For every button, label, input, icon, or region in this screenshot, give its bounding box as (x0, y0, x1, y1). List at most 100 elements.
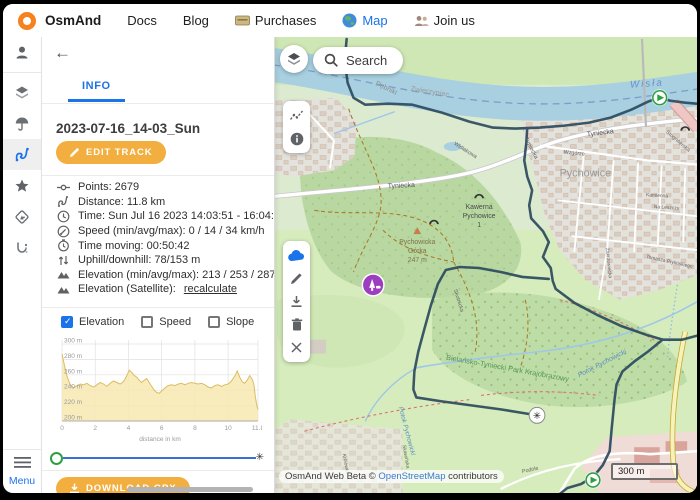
pencil-icon (69, 147, 80, 158)
delete-track-button[interactable] (284, 313, 309, 336)
panel-tabbar: INFO (42, 69, 274, 104)
map-search[interactable]: Search (313, 47, 403, 74)
elevation-chart-container[interactable]: 024681011.8200 m220 m240 m260 m280 m300 … (56, 335, 262, 452)
sidebar-menu[interactable]: Menu (3, 449, 41, 493)
horizontal-scrollbar[interactable] (127, 487, 253, 492)
download-icon (290, 295, 303, 308)
layers-icon (286, 51, 302, 67)
map-label-gorka-3: 247 m (408, 257, 427, 264)
map-scale: 300 m (611, 463, 678, 480)
map-label-kawerna-2: Pychowice (463, 213, 496, 220)
map-canvas[interactable]: ✳ Wisła Dębniki Zwierzyniec Tyniecka Tyn… (275, 37, 697, 493)
brand-name: OsmAnd (45, 13, 101, 28)
speed-checkbox[interactable] (141, 316, 153, 328)
slider-track[interactable] (63, 457, 256, 459)
map-label-kamienna: Kamienna (646, 192, 669, 199)
pencil-icon (290, 272, 303, 285)
star-icon (14, 178, 30, 194)
map-layers-button[interactable] (280, 45, 308, 73)
elevation-satellite-icon (57, 283, 70, 296)
menu-label: Menu (3, 475, 41, 487)
slider-end-handle[interactable]: ✳ (256, 453, 264, 463)
map-label-wisla: Wisła (630, 77, 664, 90)
cloud-button[interactable] (284, 244, 309, 267)
top-navbar: OsmAnd Docs Blog Purchases Map Join us (3, 4, 697, 37)
map-attribution: OsmAnd Web Beta © OpenStreetMap contribu… (279, 470, 504, 483)
track-title: 2023-07-16_14-03_Sun (56, 121, 200, 136)
poi-marker-park[interactable] (362, 274, 384, 296)
toggle-slope[interactable]: Slope (208, 316, 254, 328)
info-button[interactable] (284, 127, 309, 150)
osmand-logo-icon (18, 12, 36, 30)
svg-text:300 m: 300 m (64, 338, 82, 345)
sidebar-item-account[interactable] (3, 37, 41, 68)
download-track-button[interactable] (284, 290, 309, 313)
time-moving-icon (57, 239, 70, 252)
brand[interactable]: OsmAnd (18, 12, 101, 30)
sidebar-item-configure-map[interactable] (3, 77, 41, 108)
nav-docs[interactable]: Docs (127, 13, 157, 28)
account-icon (14, 45, 30, 61)
map-label-kawerna-3: 1 (477, 222, 481, 229)
svg-text:4: 4 (127, 425, 131, 432)
tab-info[interactable]: INFO (68, 69, 125, 102)
map-label-kawerna-1: Kawerna (466, 204, 493, 211)
track-start-marker-2[interactable] (585, 472, 602, 489)
svg-text:0: 0 (60, 425, 64, 432)
svg-text:6: 6 (160, 425, 164, 432)
toggle-elevation[interactable]: Elevation (61, 316, 124, 328)
map-label-pychowice: Pychowice (560, 167, 612, 179)
segment-end-marker[interactable]: ✳ (529, 407, 545, 423)
sidebar-item-favorites[interactable] (3, 170, 41, 201)
stat-time-moving: Time moving: 00:50:42 (57, 238, 268, 253)
route-graph-button[interactable] (284, 104, 309, 127)
elevation-checkbox[interactable] (61, 316, 73, 328)
divider (42, 175, 274, 176)
sidebar-item-weather[interactable] (3, 108, 41, 139)
slope-checkbox[interactable] (208, 316, 220, 328)
back-button[interactable]: ← (54, 43, 71, 63)
track-info-panel: ← INFO 2023-07-16_14-03_Sun EDIT TRACK P… (42, 37, 275, 493)
sidebar-item-plan-route[interactable] (3, 232, 41, 263)
nav-blog[interactable]: Blog (183, 13, 209, 28)
track-start-marker[interactable] (651, 89, 668, 106)
edit-pencil-button[interactable] (284, 267, 309, 290)
nav-purchases[interactable]: Purchases (235, 13, 316, 28)
download-icon (69, 483, 80, 493)
info-icon (290, 132, 304, 146)
svg-text:280 m: 280 m (64, 353, 82, 360)
svg-text:10: 10 (224, 425, 232, 432)
sidebar-item-tracks[interactable] (3, 139, 41, 170)
svg-text:11.8: 11.8 (252, 425, 262, 432)
nav-join-us[interactable]: Join us (414, 13, 475, 28)
openstreetmap-link[interactable]: OpenStreetMap (378, 471, 445, 482)
search-icon (324, 53, 339, 68)
svg-text:2: 2 (93, 425, 97, 432)
stat-elevation-satellite: Elevation (Satellite): recalculate (57, 282, 268, 297)
trash-icon (291, 318, 303, 331)
chart-range-slider[interactable]: ✳ (50, 451, 264, 465)
nav-map[interactable]: Map (342, 13, 387, 28)
stat-uphill-downhill: Uphill/downhill: 78/153 m (57, 253, 268, 268)
stat-speed: Speed (min/avg/max): 0 / 14 / 34 km/h (57, 224, 268, 239)
map-tiles: ✳ Wisła Dębniki Zwierzyniec Tyniecka Tyn… (275, 37, 697, 493)
slider-start-handle[interactable] (50, 452, 63, 465)
sidebar-item-navigation[interactable] (3, 201, 41, 232)
app-window: OsmAnd Docs Blog Purchases Map Join us (3, 4, 697, 493)
search-label: Search (346, 53, 387, 68)
svg-text:220 m: 220 m (64, 399, 82, 406)
speed-icon (57, 225, 70, 238)
close-track-button[interactable] (284, 336, 309, 359)
cloud-icon (288, 250, 305, 262)
recalculate-link[interactable]: recalculate (184, 283, 237, 295)
distance-icon (57, 195, 70, 208)
edit-track-button[interactable]: EDIT TRACK (56, 141, 166, 164)
elevation-icon (57, 268, 70, 281)
divider (42, 470, 274, 471)
map-label-gorka-2: Górka (408, 248, 427, 255)
stat-points: Points: 2679 (57, 180, 268, 195)
close-icon (291, 342, 302, 353)
stat-time: Time: Sun Jul 16 2023 14:03:51 - 16:04:0… (57, 209, 268, 224)
toggle-speed[interactable]: Speed (141, 316, 191, 328)
stat-elevation: Elevation (min/avg/max): 213 / 253 / 287… (57, 268, 268, 283)
